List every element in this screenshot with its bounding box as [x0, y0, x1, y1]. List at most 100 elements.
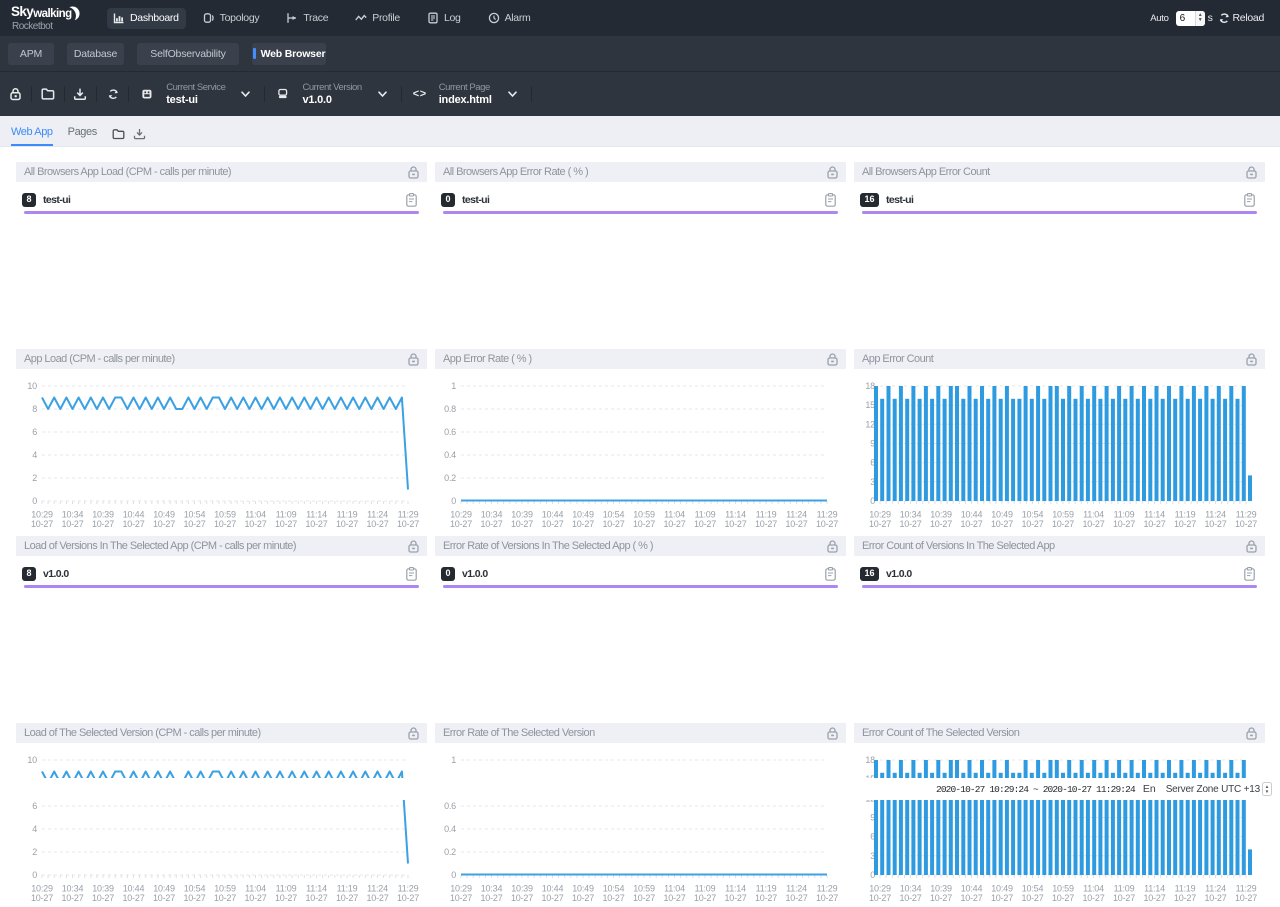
svg-text:10:59: 10:59 — [1052, 884, 1074, 894]
svg-text:10:44: 10:44 — [542, 884, 564, 894]
svg-text:10:39: 10:39 — [92, 884, 114, 894]
svg-text:10:44: 10:44 — [961, 510, 983, 520]
svg-text:11:04: 11:04 — [664, 884, 685, 894]
svg-text:10: 10 — [27, 755, 37, 765]
svg-text:10:49: 10:49 — [572, 510, 594, 520]
svg-text:11:19: 11:19 — [1175, 884, 1196, 894]
svg-text:10-27: 10-27 — [511, 519, 533, 528]
svg-text:15: 15 — [865, 400, 875, 410]
svg-text:10-27: 10-27 — [1082, 893, 1104, 902]
svg-text:10-27: 10-27 — [785, 519, 807, 528]
svg-text:10-27: 10-27 — [633, 519, 655, 528]
svg-text:10:34: 10:34 — [900, 510, 922, 520]
svg-text:11:14: 11:14 — [725, 884, 746, 894]
svg-text:10-27: 10-27 — [602, 519, 624, 528]
svg-text:10:44: 10:44 — [542, 510, 564, 520]
svg-text:10: 10 — [27, 381, 37, 391]
svg-text:11:09: 11:09 — [695, 510, 716, 520]
svg-text:11:29: 11:29 — [817, 510, 838, 520]
svg-text:10-27: 10-27 — [663, 519, 685, 528]
svg-text:10-27: 10-27 — [1174, 519, 1196, 528]
svg-text:10-27: 10-27 — [991, 893, 1013, 902]
svg-text:10-27: 10-27 — [1113, 519, 1135, 528]
svg-text:10-27: 10-27 — [122, 893, 144, 902]
svg-text:10-27: 10-27 — [724, 519, 746, 528]
svg-text:11:14: 11:14 — [1144, 510, 1165, 520]
svg-text:0.4: 0.4 — [444, 450, 456, 460]
svg-text:10-27: 10-27 — [1052, 519, 1074, 528]
svg-text:11:04: 11:04 — [245, 510, 266, 520]
svg-text:10-27: 10-27 — [61, 893, 83, 902]
svg-text:11:09: 11:09 — [276, 510, 297, 520]
svg-text:10-27: 10-27 — [275, 519, 297, 528]
svg-text:10-27: 10-27 — [930, 893, 952, 902]
svg-text:10-27: 10-27 — [397, 519, 419, 528]
svg-text:10:34: 10:34 — [62, 884, 84, 894]
svg-text:10-27: 10-27 — [61, 519, 83, 528]
svg-text:10-27: 10-27 — [755, 519, 777, 528]
svg-text:10-27: 10-27 — [450, 893, 472, 902]
svg-text:10-27: 10-27 — [92, 519, 114, 528]
svg-text:11:04: 11:04 — [1083, 510, 1104, 520]
svg-text:10-27: 10-27 — [31, 893, 53, 902]
svg-text:10-27: 10-27 — [366, 893, 388, 902]
svg-text:10:49: 10:49 — [991, 510, 1013, 520]
svg-text:10:39: 10:39 — [92, 510, 114, 520]
svg-text:11:24: 11:24 — [1205, 884, 1226, 894]
svg-text:0: 0 — [32, 496, 37, 506]
svg-text:11:14: 11:14 — [306, 510, 327, 520]
svg-text:10-27: 10-27 — [541, 893, 563, 902]
svg-text:10:29: 10:29 — [869, 884, 891, 894]
svg-text:10-27: 10-27 — [1204, 519, 1226, 528]
svg-text:10-27: 10-27 — [960, 893, 982, 902]
svg-text:10:54: 10:54 — [184, 510, 206, 520]
svg-text:10:29: 10:29 — [450, 510, 472, 520]
svg-text:10:34: 10:34 — [481, 510, 503, 520]
svg-text:10-27: 10-27 — [336, 893, 358, 902]
svg-text:6: 6 — [32, 427, 37, 437]
svg-text:11:09: 11:09 — [695, 884, 716, 894]
svg-text:10-27: 10-27 — [305, 893, 327, 902]
svg-text:10-27: 10-27 — [1143, 893, 1165, 902]
svg-text:10-27: 10-27 — [214, 893, 236, 902]
svg-text:10:44: 10:44 — [123, 884, 145, 894]
svg-text:10-27: 10-27 — [602, 893, 624, 902]
svg-text:10:59: 10:59 — [214, 884, 236, 894]
svg-text:1: 1 — [451, 755, 456, 765]
svg-text:10-27: 10-27 — [1082, 519, 1104, 528]
svg-text:18: 18 — [865, 755, 875, 765]
svg-text:11:14: 11:14 — [1144, 884, 1165, 894]
svg-text:11:19: 11:19 — [337, 884, 358, 894]
svg-text:10-27: 10-27 — [1052, 893, 1074, 902]
svg-text:10:54: 10:54 — [184, 884, 206, 894]
svg-text:10-27: 10-27 — [450, 519, 472, 528]
svg-text:10-27: 10-27 — [275, 893, 297, 902]
svg-text:11:04: 11:04 — [245, 884, 266, 894]
svg-text:10-27: 10-27 — [122, 519, 144, 528]
svg-text:11:24: 11:24 — [1205, 510, 1226, 520]
svg-text:0.6: 0.6 — [444, 801, 456, 811]
svg-text:10:49: 10:49 — [991, 884, 1013, 894]
svg-text:11:14: 11:14 — [306, 884, 327, 894]
svg-text:10:34: 10:34 — [900, 884, 922, 894]
svg-text:10-27: 10-27 — [397, 893, 419, 902]
svg-text:11:29: 11:29 — [398, 884, 419, 894]
svg-text:11:19: 11:19 — [1175, 510, 1196, 520]
svg-text:11:24: 11:24 — [786, 510, 807, 520]
svg-text:10:49: 10:49 — [153, 884, 175, 894]
svg-text:10:54: 10:54 — [603, 884, 625, 894]
svg-text:18: 18 — [865, 381, 875, 391]
svg-text:10:39: 10:39 — [511, 510, 533, 520]
svg-text:11:29: 11:29 — [398, 510, 419, 520]
svg-text:4: 4 — [32, 450, 37, 460]
svg-text:10-27: 10-27 — [724, 893, 746, 902]
svg-text:10:39: 10:39 — [930, 510, 952, 520]
svg-text:10-27: 10-27 — [572, 519, 594, 528]
svg-text:10-27: 10-27 — [755, 893, 777, 902]
svg-text:10-27: 10-27 — [960, 519, 982, 528]
svg-text:10-27: 10-27 — [1204, 893, 1226, 902]
svg-text:6: 6 — [32, 801, 37, 811]
svg-text:10:54: 10:54 — [1022, 884, 1044, 894]
svg-text:11:19: 11:19 — [756, 884, 777, 894]
svg-text:10-27: 10-27 — [541, 519, 563, 528]
